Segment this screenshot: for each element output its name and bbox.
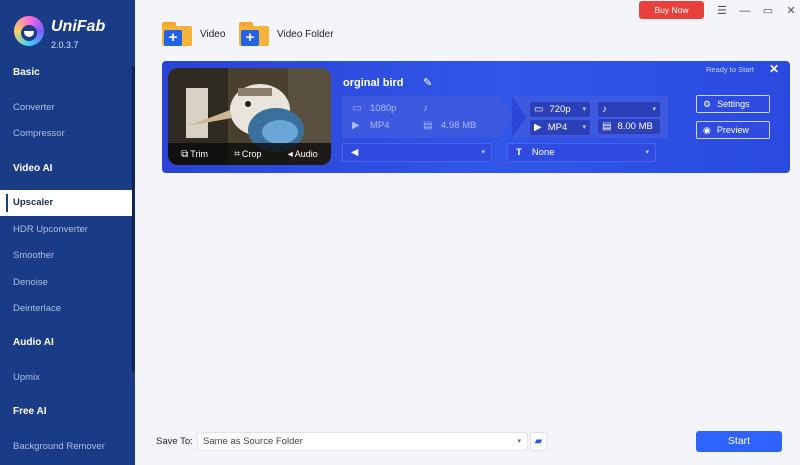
preview-button[interactable]: ◉ Preview [696, 121, 770, 139]
settings-button[interactable]: ⚙ Settings [696, 95, 770, 113]
chevron-down-icon: ▾ [582, 124, 586, 131]
crop-icon: ⌗ [234, 148, 240, 160]
brand: UniFab 2.0.3.7 [14, 14, 134, 54]
task-title: orginal bird [343, 77, 404, 89]
video-thumbnail[interactable]: ⧉ Trim ⌗ Crop ◂ Audio [168, 68, 331, 165]
sidebar-item-smoother[interactable]: Smoother [0, 243, 133, 269]
output-size-value: 8.00 MB [617, 121, 653, 132]
close-window-icon[interactable]: ✕ [784, 4, 798, 18]
sidebar-heading-audio-ai[interactable]: Audio AI [0, 330, 133, 356]
menu-icon[interactable]: ☰ [715, 4, 729, 18]
file-size-icon: ▤ [423, 120, 433, 131]
output-resolution-select[interactable]: ▭ 720p ▾ [530, 102, 590, 117]
audio-track-select[interactable]: ◀ ▾ [342, 143, 492, 162]
output-format-select[interactable]: ▶ MP4 ▾ [530, 120, 590, 135]
crop-button[interactable]: ⌗ Crop [234, 149, 261, 160]
output-format-value: MP4 [547, 122, 568, 133]
speaker-icon: ◀ [351, 147, 359, 158]
sidebar-item-background-remover[interactable]: Background Remover [0, 434, 133, 460]
app-name: UniFab [51, 18, 106, 35]
thumbnail-actions: ⧉ Trim ⌗ Crop ◂ Audio [168, 143, 331, 165]
eye-icon: ◉ [703, 124, 711, 135]
output-resolution-value: 720p [549, 104, 571, 115]
source-format-value: MP4 [370, 120, 390, 131]
text-subtitle-icon: T [516, 147, 522, 158]
chevron-down-icon: ▾ [517, 438, 521, 445]
chevron-down-icon: ▾ [582, 106, 586, 113]
sidebar-scrollbar[interactable] [132, 66, 135, 372]
start-button[interactable]: Start [696, 431, 782, 452]
sidebar-item-compressor[interactable]: Compressor [0, 121, 133, 147]
sidebar-item-deinterlace[interactable]: Deinterlace [0, 296, 133, 322]
monitor-icon: ▭ [352, 103, 362, 114]
unifab-logo-icon [14, 16, 44, 46]
output-audio-select[interactable]: ♪ ▾ [598, 102, 660, 117]
file-size-icon: ▤ [602, 121, 612, 132]
music-note-icon: ♪ [602, 104, 607, 115]
video-format-icon: ▶ [534, 122, 542, 133]
sidebar-item-hdr-upconverter[interactable]: HDR Upconverter [0, 217, 133, 243]
save-to-select[interactable]: Same as Source Folder ▾ [197, 432, 528, 451]
maximize-icon[interactable]: ▭ [761, 4, 775, 18]
trim-button[interactable]: ⧉ Trim [181, 149, 208, 160]
task-status: Ready to Start [706, 65, 754, 74]
sidebar-heading-video-ai[interactable]: Video AI [0, 156, 133, 182]
crop-label: Crop [241, 149, 262, 159]
source-size: ▤ 4.98 MB [423, 120, 476, 131]
add-video-folder-label: Video Folder [277, 28, 334, 40]
gear-icon: ⚙ [703, 98, 712, 109]
app-version: 2.0.3.7 [51, 40, 79, 50]
sidebar-heading-basic[interactable]: Basic [0, 60, 133, 86]
chevron-down-icon: ▾ [481, 149, 485, 156]
edit-title-icon[interactable]: ✎ [423, 76, 432, 89]
add-video-label: Video [200, 28, 226, 40]
preview-label: Preview [716, 125, 749, 135]
add-video-icon: + [162, 22, 192, 46]
source-audio: ♪ [423, 103, 433, 114]
audio-button[interactable]: ◂ Audio [288, 149, 318, 160]
audio-label: Audio [294, 149, 318, 159]
output-arrow [512, 96, 526, 138]
trim-label: Trim [190, 149, 208, 159]
sidebar: UniFab 2.0.3.7 Basic Converter Compresso… [0, 0, 135, 465]
open-folder-icon[interactable]: ▰ [530, 432, 547, 451]
sidebar-item-converter[interactable]: Converter [0, 95, 133, 121]
sidebar-heading-free-ai[interactable]: Free AI [0, 399, 133, 425]
source-resolution-value: 1080p [370, 103, 397, 114]
settings-label: Settings [717, 99, 750, 109]
subtitle-select[interactable]: T None ▾ [507, 143, 656, 162]
remove-task-icon[interactable]: ✕ [769, 62, 779, 76]
trim-icon: ⧉ [181, 148, 189, 160]
chevron-down-icon: ▾ [652, 106, 656, 113]
add-folder-icon: + [239, 22, 269, 46]
source-format: ▶ MP4 [352, 120, 390, 131]
sidebar-item-upmix[interactable]: Upmix [0, 365, 133, 391]
subtitle-value: None [531, 147, 555, 158]
sidebar-item-denoise[interactable]: Denoise [0, 270, 133, 296]
output-size: ▤ 8.00 MB [598, 119, 660, 134]
add-video-folder-button[interactable]: + Video Folder [239, 21, 334, 47]
buy-now-button[interactable]: Buy Now [639, 1, 704, 19]
monitor-icon: ▭ [534, 104, 544, 115]
minimize-icon[interactable]: — [738, 4, 752, 18]
save-to-label: Save To: [156, 436, 193, 447]
music-note-icon: ♪ [423, 103, 428, 114]
source-resolution: ▭ 1080p [352, 103, 396, 114]
sidebar-item-upscaler[interactable]: Upscaler [0, 190, 133, 216]
add-video-button[interactable]: + Video [162, 21, 225, 47]
chevron-down-icon: ▾ [645, 149, 649, 156]
video-format-icon: ▶ [352, 120, 360, 131]
source-size-value: 4.98 MB [441, 120, 477, 131]
audio-icon: ◂ [287, 148, 293, 160]
save-to-value: Same as Source Folder [203, 436, 303, 447]
